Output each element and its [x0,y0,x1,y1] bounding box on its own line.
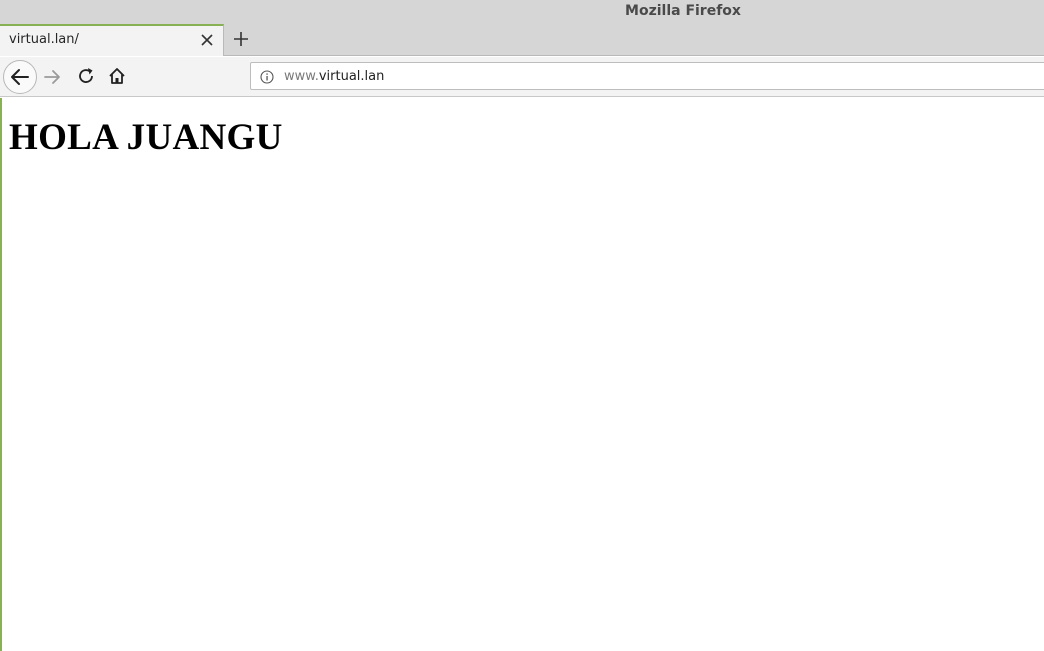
tab-active[interactable]: virtual.lan/ [0,24,224,56]
new-tab-plus-icon[interactable] [230,28,252,50]
home-icon[interactable] [106,65,128,87]
back-arrow-icon[interactable] [3,60,37,94]
window-title: Mozilla Firefox [625,3,741,19]
address-bar[interactable]: www.virtual.lan [250,62,1044,90]
window-titlebar[interactable]: Mozilla Firefox [0,0,1044,24]
navigation-toolbar: www.virtual.lan [0,57,1044,97]
tab-label: virtual.lan/ [9,32,79,47]
tab-strip: virtual.lan/ [0,24,1044,56]
reload-icon[interactable] [75,65,97,87]
page-heading: HOLA JUANGU [9,117,283,158]
url-text[interactable]: www.virtual.lan [284,69,384,84]
url-prefix: www. [284,69,319,84]
info-icon[interactable] [260,69,274,84]
url-domain: virtual.lan [318,69,385,84]
forward-arrow-icon[interactable] [42,66,64,88]
page-content: HOLA JUANGU [0,98,1044,651]
close-tab-icon[interactable] [199,32,215,48]
